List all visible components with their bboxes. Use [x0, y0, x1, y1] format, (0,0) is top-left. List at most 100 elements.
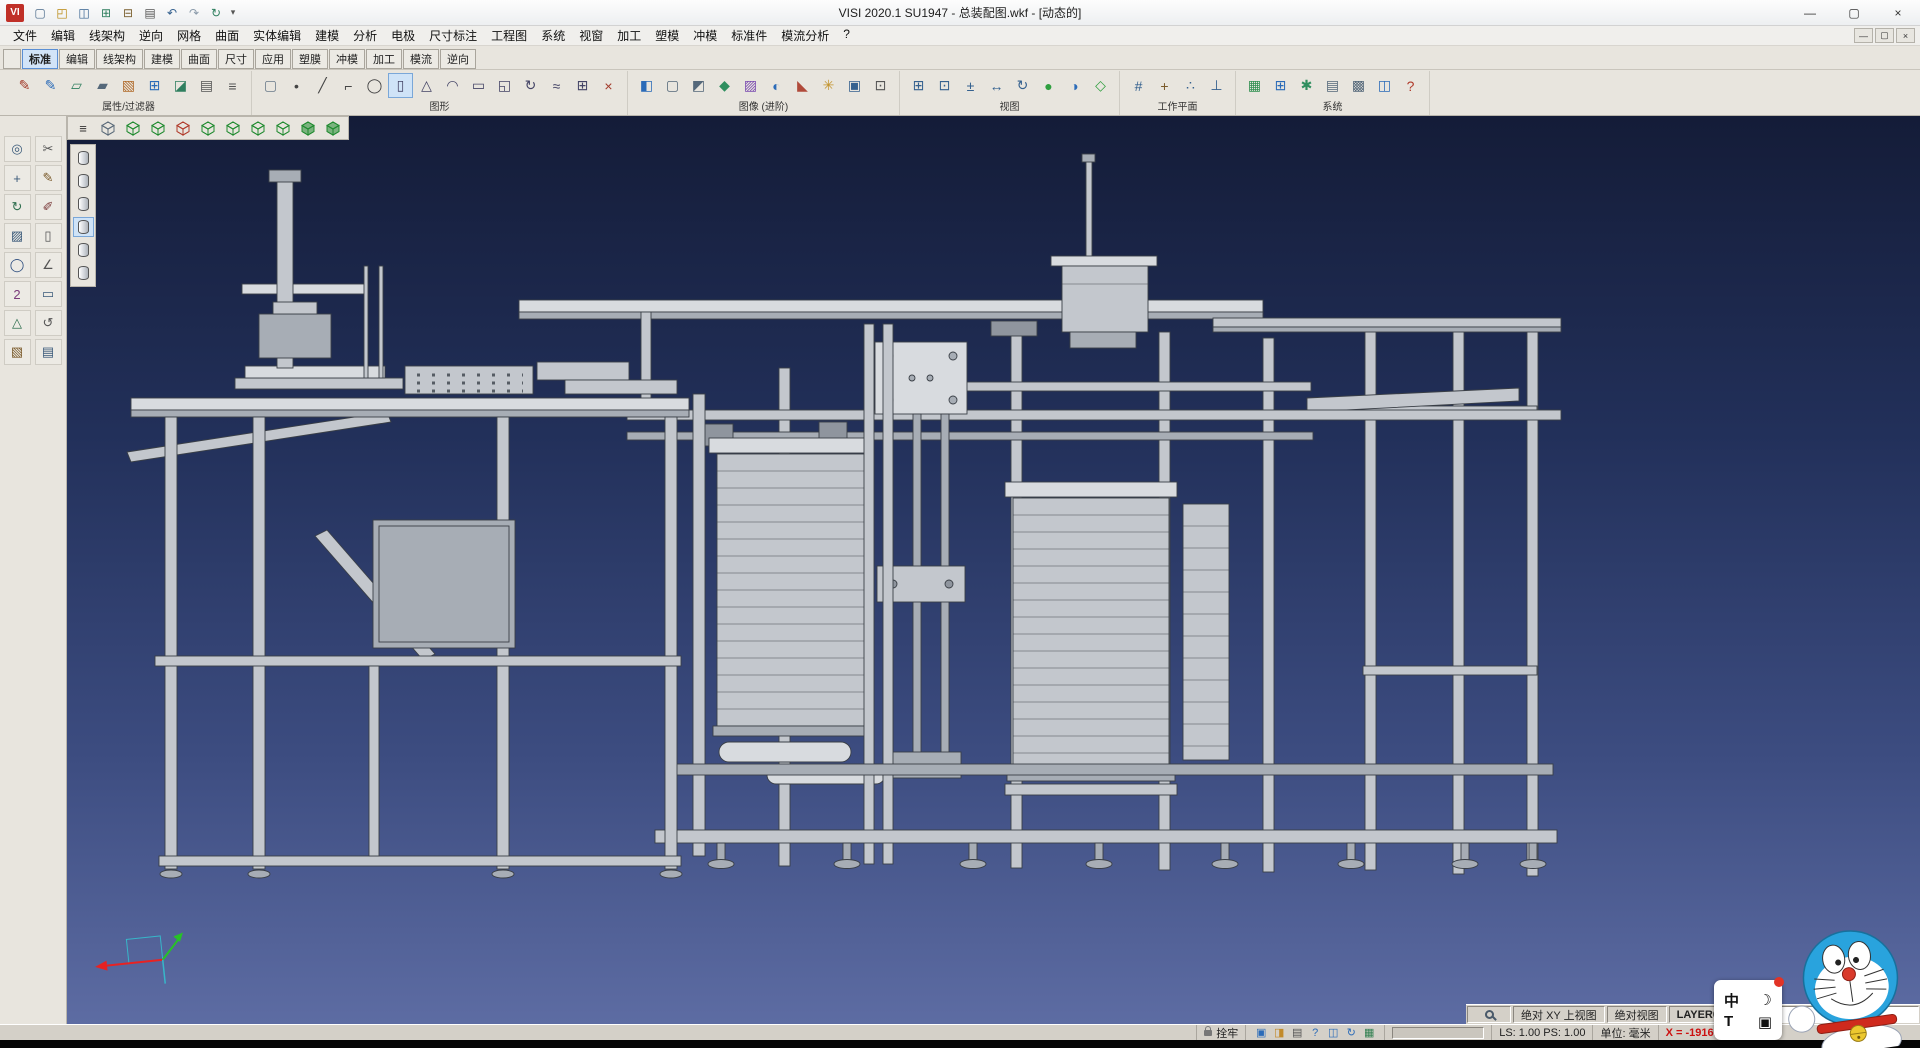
menu-item[interactable]: 系统	[534, 27, 572, 44]
texture-icon[interactable]: ▨	[738, 73, 763, 98]
revolve-icon[interactable]: ↻	[518, 73, 543, 98]
undo-icon[interactable]: ↶	[162, 3, 182, 23]
box-icon[interactable]: ▭	[466, 73, 491, 98]
close-button[interactable]: ×	[1876, 0, 1920, 25]
view-top-icon[interactable]	[121, 118, 145, 138]
print-icon[interactable]: ▤	[140, 3, 160, 23]
view-iso-icon[interactable]	[271, 118, 295, 138]
refresh-icon[interactable]: ↻	[206, 3, 226, 23]
print-status-icon[interactable]: ▤	[1289, 1026, 1305, 1040]
view-back-icon[interactable]	[221, 118, 245, 138]
boolean-icon[interactable]: ⊞	[570, 73, 595, 98]
tab-overflow-icon[interactable]	[3, 49, 21, 69]
dim-tool-icon[interactable]: 2	[4, 281, 31, 307]
palette-tool-icon[interactable]: ▧	[4, 339, 31, 365]
fill-tool-icon[interactable]: ▨	[4, 223, 31, 249]
lighting-icon[interactable]: ✳	[816, 73, 841, 98]
filter-all-icon[interactable]	[73, 263, 94, 283]
view-shade-mode-icon[interactable]	[96, 118, 120, 138]
zoom-in-out-icon[interactable]: ±	[958, 73, 983, 98]
menu-item[interactable]: 工程图	[484, 27, 534, 44]
ribbon-tab[interactable]: 编辑	[59, 49, 95, 69]
ribbon-tab[interactable]: 模流	[403, 49, 439, 69]
zoom-window-icon[interactable]: ⊡	[932, 73, 957, 98]
trim-tool-icon[interactable]: ✂	[35, 136, 62, 162]
snap-lock-toggle[interactable]: 拴牢	[1196, 1025, 1245, 1040]
ime-toolbox-icon[interactable]: ▣	[1758, 1013, 1772, 1031]
undo-tool-icon[interactable]: ↺	[35, 310, 62, 336]
child-minimize-button[interactable]: —	[1854, 28, 1873, 43]
ribbon-tab[interactable]: 应用	[255, 49, 291, 69]
view-shaded-edges-icon[interactable]	[321, 118, 345, 138]
ribbon-tab[interactable]: 加工	[366, 49, 402, 69]
menu-item[interactable]: 标准件	[724, 27, 774, 44]
ribbon-tab[interactable]: 冲模	[329, 49, 365, 69]
half-globe-icon[interactable]: ◑	[1062, 73, 1087, 98]
shaded-view-icon[interactable]: ◧	[634, 73, 659, 98]
move-tool-icon[interactable]: +	[4, 165, 31, 191]
refresh-status-icon[interactable]: ↻	[1343, 1026, 1359, 1040]
ribbon-tab[interactable]: 尺寸	[218, 49, 254, 69]
view-front-icon[interactable]	[146, 118, 170, 138]
database-icon[interactable]: ◫	[1372, 73, 1397, 98]
minimize-button[interactable]: —	[1788, 0, 1832, 25]
child-close-button[interactable]: ×	[1896, 28, 1915, 43]
macro-icon[interactable]: ▩	[1346, 73, 1371, 98]
menu-item[interactable]: 实体编辑	[246, 27, 308, 44]
circle-tool-icon[interactable]: ◯	[4, 252, 31, 278]
grid-status-icon[interactable]: ▦	[1361, 1026, 1377, 1040]
attributes-table-icon[interactable]: ▤	[194, 73, 219, 98]
filter-point-icon[interactable]	[73, 148, 94, 168]
menu-item[interactable]: 文件	[6, 27, 44, 44]
workplane-3point-icon[interactable]: ∴	[1178, 73, 1203, 98]
snap-settings-icon[interactable]: ⊞	[1268, 73, 1293, 98]
render-icon[interactable]: ◆	[712, 73, 737, 98]
rotate-tool-icon[interactable]: ↻	[4, 194, 31, 220]
quick-access-dropdown-icon[interactable]: ▾	[226, 7, 240, 18]
view-right-icon[interactable]	[171, 118, 195, 138]
layers-tool-icon[interactable]: ▤	[35, 339, 62, 365]
menu-item[interactable]: 电极	[384, 27, 422, 44]
system-config-icon[interactable]: ✱	[1294, 73, 1319, 98]
ribbon-tab[interactable]: 线架构	[96, 49, 143, 69]
ribbon-tab[interactable]: 塑膜	[292, 49, 328, 69]
save-icon[interactable]: ◫	[74, 3, 94, 23]
ime-night-mode-icon[interactable]: ☽	[1759, 991, 1772, 1009]
menu-item[interactable]: 模流分析	[774, 27, 836, 44]
chamfer-tool-icon[interactable]: △	[4, 310, 31, 336]
ribbon-tab[interactable]: 逆向	[440, 49, 476, 69]
element-filter-icon[interactable]: ▰	[90, 73, 115, 98]
background-icon[interactable]: ▣	[842, 73, 867, 98]
edit-properties-icon[interactable]: ✎	[12, 73, 37, 98]
view-shaded-icon[interactable]	[296, 118, 320, 138]
delete-geometry-icon[interactable]: ×	[596, 73, 621, 98]
match-properties-icon[interactable]: ▱	[64, 73, 89, 98]
view-menu-icon[interactable]: ≡	[71, 118, 95, 138]
pan-icon[interactable]: ↔	[984, 73, 1009, 98]
visibility-filter-icon[interactable]: ◪	[168, 73, 193, 98]
filter-options-icon[interactable]: ≡	[220, 73, 245, 98]
view-plane-pane[interactable]: 绝对 XY 上视图	[1513, 1006, 1605, 1023]
open-file-icon[interactable]: ◰	[52, 3, 72, 23]
menu-item[interactable]: 加工	[610, 27, 648, 44]
ribbon-tab[interactable]: 曲面	[181, 49, 217, 69]
color-filter-icon[interactable]: ▧	[116, 73, 141, 98]
sweep-icon[interactable]: ≈	[544, 73, 569, 98]
layer-manager-icon[interactable]: ⊞	[142, 73, 167, 98]
view-mode-pane[interactable]: 绝对视图	[1607, 1006, 1667, 1023]
clipboard-icon[interactable]: ▣	[1253, 1026, 1269, 1040]
menu-item[interactable]: 冲模	[686, 27, 724, 44]
extrude-icon[interactable]: ◱	[492, 73, 517, 98]
status-search[interactable]	[1467, 1006, 1511, 1023]
zoom-fit-icon[interactable]: ⊞	[906, 73, 931, 98]
menu-item[interactable]: 塑模	[648, 27, 686, 44]
cone-icon[interactable]: △	[414, 73, 439, 98]
sheet-tool-icon[interactable]: ▯	[35, 223, 62, 249]
ribbon-tab[interactable]: 标准	[22, 49, 58, 69]
menu-item[interactable]: 建模	[308, 27, 346, 44]
grid-settings-icon[interactable]: ▦	[1242, 73, 1267, 98]
ruler-tool-icon[interactable]: ▭	[35, 281, 62, 307]
sphere-icon[interactable]: ◠	[440, 73, 465, 98]
viewport-3d[interactable]: ≡	[67, 116, 1920, 1024]
hidden-line-icon[interactable]: ◩	[686, 73, 711, 98]
